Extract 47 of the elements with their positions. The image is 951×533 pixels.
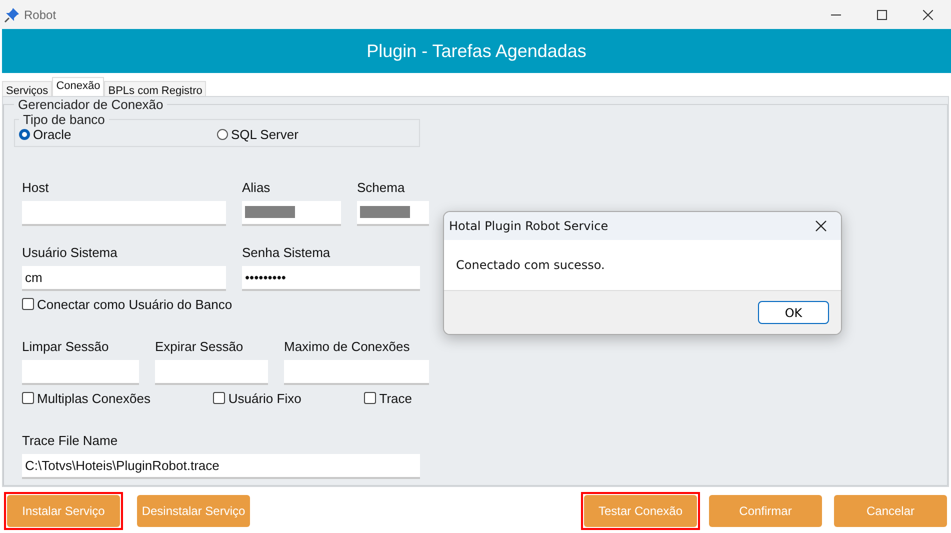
tab[interactable]: Serviços xyxy=(2,80,52,96)
field-label: Schema xyxy=(357,180,406,195)
ok-button[interactable]: OK xyxy=(758,301,829,324)
field-label: Expirar Sessão xyxy=(155,338,244,354)
input-field[interactable] xyxy=(284,360,429,385)
pin-icon xyxy=(4,6,20,22)
checkbox[interactable]: Conectar como Usuário do Banco xyxy=(22,296,232,312)
checkbox[interactable]: Multiplas Conexões xyxy=(22,390,150,406)
radio-button[interactable]: SQL Server xyxy=(217,126,415,142)
input-field[interactable] xyxy=(155,360,268,385)
checkbox-box[interactable] xyxy=(364,392,376,404)
input-field[interactable] xyxy=(22,200,226,226)
tab[interactable]: Conexão xyxy=(52,76,104,96)
input-field[interactable]: cm xyxy=(22,266,226,291)
checkbox-box[interactable] xyxy=(213,392,226,404)
field-value: cm xyxy=(25,270,42,285)
checkbox[interactable]: Trace xyxy=(364,390,412,406)
close-icon[interactable] xyxy=(815,220,827,232)
input-field[interactable]: C:\Totvs\Hoteis\PluginRobot.trace xyxy=(22,454,420,479)
tab[interactable]: BPLs com Registro xyxy=(104,80,206,96)
field-value: C:\Totvs\Hoteis\PluginRobot.trace xyxy=(25,458,220,473)
field-label: Alias xyxy=(242,180,272,195)
maximize-icon[interactable] xyxy=(877,10,887,20)
field-label: Maximo de Conexões xyxy=(284,338,411,354)
group-title: Tipo de banco xyxy=(22,112,106,127)
checkbox[interactable]: Usuário Fixo xyxy=(213,390,302,406)
input-field[interactable] xyxy=(242,200,341,226)
window-title: Robot xyxy=(24,8,58,22)
radio-circle[interactable] xyxy=(19,128,30,140)
dialog-message: Conectado com sucesso. xyxy=(456,258,605,272)
field-label: Senha Sistema xyxy=(242,244,332,260)
field-value: ••••••••• xyxy=(245,270,286,285)
field-label: Usuário Sistema xyxy=(22,244,118,260)
close-icon[interactable] xyxy=(923,10,933,20)
field-label: Limpar Sessão xyxy=(22,338,110,354)
input-field[interactable] xyxy=(22,360,139,385)
radio-circle[interactable] xyxy=(217,128,228,140)
radio-button[interactable]: Oracle xyxy=(19,126,217,142)
field-label: Host xyxy=(22,180,50,195)
checkbox-box[interactable] xyxy=(22,392,34,404)
input-field[interactable] xyxy=(357,200,429,226)
group-title: Gerenciador de Conexão xyxy=(17,96,164,112)
field-label: Trace File Name xyxy=(22,432,119,448)
header-title: Plugin - Tarefas Agendadas xyxy=(366,40,586,62)
dialog-title: Hotal Plugin Robot Service xyxy=(449,219,608,233)
input-field[interactable]: ••••••••• xyxy=(242,266,420,291)
checkbox-box[interactable] xyxy=(22,298,34,310)
